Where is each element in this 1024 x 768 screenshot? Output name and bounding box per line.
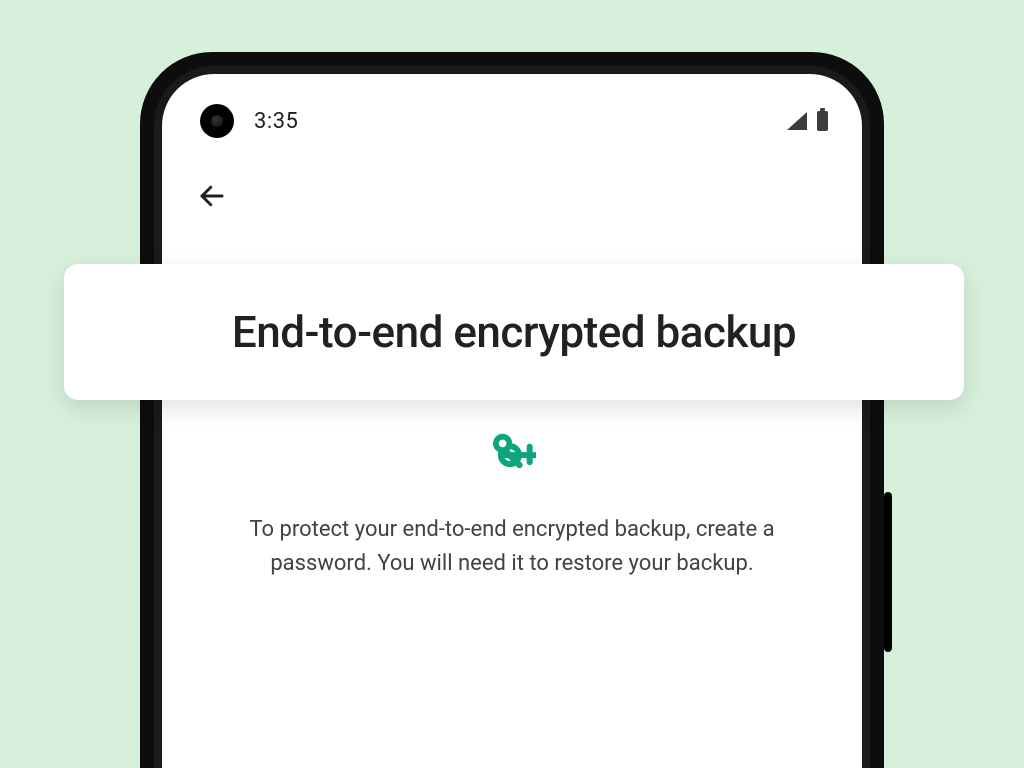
phone-side-button: [884, 492, 892, 652]
stage: 3:35: [0, 0, 1024, 768]
status-time: 3:35: [254, 109, 298, 134]
description-text: To protect your end-to-end encrypted bac…: [234, 513, 790, 581]
page-title: End-to-end encrypted backup: [112, 306, 916, 358]
title-card: End-to-end encrypted backup: [64, 264, 964, 400]
phone-frame-inner: 3:35: [154, 66, 870, 768]
signal-icon: [787, 112, 807, 130]
phone-frame: 3:35: [140, 52, 884, 768]
arrow-left-icon: [197, 181, 227, 211]
status-bar: 3:35: [162, 104, 862, 138]
status-right: [787, 111, 828, 131]
back-button[interactable]: [190, 174, 234, 218]
content-area: To protect your end-to-end encrypted bac…: [162, 429, 862, 581]
key-icon: [488, 429, 536, 481]
app-bar: [162, 160, 862, 232]
phone-screen: 3:35: [162, 74, 862, 768]
battery-icon: [817, 111, 828, 131]
